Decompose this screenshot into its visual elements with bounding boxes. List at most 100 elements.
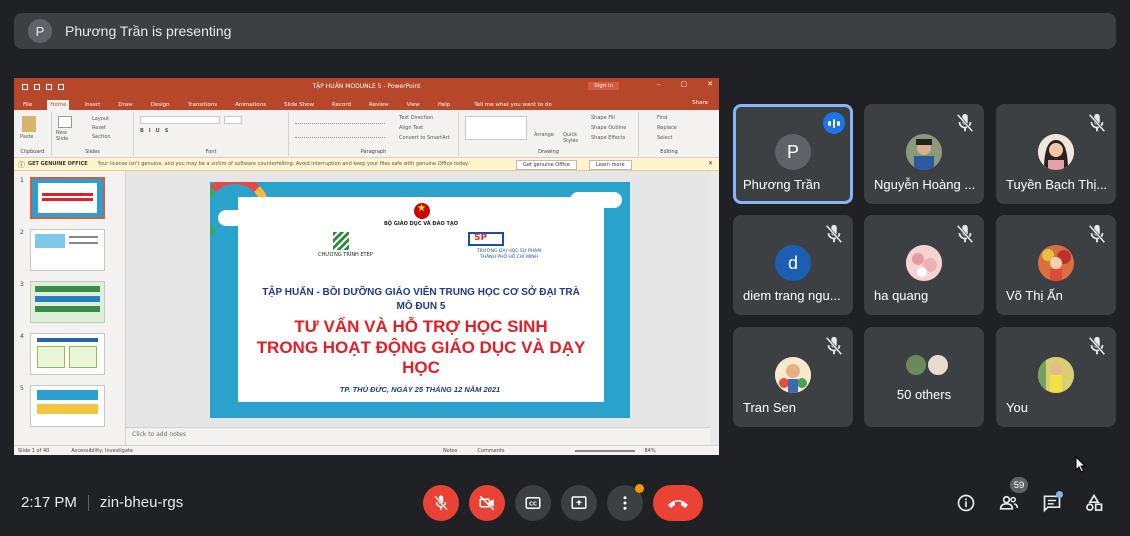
others-count: 50 others bbox=[896, 387, 952, 402]
participant-tile[interactable]: Tran Sen bbox=[733, 327, 853, 427]
paste-label: Paste bbox=[20, 134, 34, 140]
participant-name: Võ Thị Ấn bbox=[1006, 288, 1063, 303]
presenter-avatar: P bbox=[28, 19, 52, 43]
ribbon-group-editing: Find Replace Select Editing bbox=[639, 112, 699, 156]
info-icon: ⓘ bbox=[18, 161, 25, 169]
pp-tab-draw: Draw bbox=[118, 102, 133, 108]
slide-heading: TẬP HUẤN - BỒI DƯỠNG GIÁO VIÊN TRUNG HỌC… bbox=[262, 287, 580, 298]
meeting-details-button[interactable] bbox=[954, 491, 978, 515]
warning-title: GET GENUINE OFFICE bbox=[28, 161, 88, 167]
others-avatars bbox=[904, 353, 954, 377]
group-label-slides: Slides bbox=[85, 149, 100, 155]
pp-share: Share bbox=[692, 100, 708, 106]
mic-off-icon bbox=[1088, 336, 1106, 356]
participant-tile[interactable]: ha quang bbox=[864, 215, 984, 315]
present-now-button[interactable] bbox=[561, 485, 597, 521]
group-label-drawing: Drawing bbox=[538, 149, 559, 155]
group-label-editing: Editing bbox=[660, 149, 678, 155]
slide-thumbnails: 1 2 3 4 5 bbox=[14, 171, 126, 445]
paste-icon bbox=[22, 116, 36, 132]
svg-text:CC: CC bbox=[529, 502, 537, 508]
participant-tile[interactable]: P Phương Trần bbox=[733, 104, 853, 204]
avatar bbox=[904, 353, 928, 377]
font-size-box bbox=[224, 116, 242, 124]
participant-tile[interactable]: Tuyền Bạch Thị... bbox=[996, 104, 1116, 204]
reset-label: Reset bbox=[92, 125, 106, 131]
slide-etep: CHƯƠNG TRÌNH ETEP bbox=[318, 252, 373, 258]
pp-title-bar: TẬP HUẤN MODUNLE 5 - PowerPoint Sign in … bbox=[14, 78, 719, 95]
pp-tab-animations: Animations bbox=[235, 102, 266, 108]
replace-label: Replace bbox=[657, 125, 677, 131]
pp-tab-help: Help bbox=[437, 102, 451, 108]
thumb-number: 3 bbox=[20, 281, 24, 288]
smartart-label: Convert to SmartArt bbox=[399, 135, 450, 141]
chat-notification-dot bbox=[1056, 491, 1063, 498]
pp-window-controls: – ▢ ✕ bbox=[657, 80, 713, 88]
meeting-code: zin-bheu-rgs bbox=[99, 494, 184, 511]
list-icons bbox=[295, 116, 385, 124]
slide-date: TP. THỦ ĐỨC, NGÀY 25 THÁNG 12 NĂM 2021 bbox=[339, 385, 501, 394]
maximize-icon: ▢ bbox=[680, 80, 688, 88]
quick-styles-label: Quick Styles bbox=[563, 132, 579, 144]
font-format-icons: BIUS bbox=[140, 128, 174, 134]
self-tile[interactable]: You bbox=[996, 327, 1116, 427]
slide-title-line1: TƯ VẤN VÀ HỖ TRỢ HỌC SINH bbox=[294, 317, 548, 336]
pp-tab-review: Review bbox=[369, 102, 389, 108]
mic-toggle-button[interactable] bbox=[423, 485, 459, 521]
pp-ribbon-tabs: File Home Insert Draw Design Transitions… bbox=[14, 95, 719, 110]
participant-name: diem trang ngu... bbox=[743, 288, 841, 303]
avatar bbox=[1038, 134, 1074, 170]
pp-tab-design: Design bbox=[150, 102, 170, 108]
ribbon-group-slides: New Slide Layout Reset Section Slides bbox=[52, 112, 134, 156]
thumb-number: 4 bbox=[20, 333, 24, 340]
align-icons bbox=[295, 130, 385, 138]
avatar bbox=[1038, 357, 1074, 393]
pp-tab-transitions: Transitions bbox=[187, 102, 218, 108]
pp-status-bar: Slide 1 of 40 Accessibility: Investigate… bbox=[14, 445, 719, 455]
font-name-box bbox=[140, 116, 220, 124]
camera-toggle-button[interactable] bbox=[469, 485, 505, 521]
more-options-button[interactable] bbox=[607, 484, 644, 521]
notes-pane: Click to add notes bbox=[126, 427, 710, 443]
group-label-paragraph: Paragraph bbox=[360, 149, 387, 155]
avatar bbox=[1038, 245, 1074, 281]
shape-outline-label: Shape Outline bbox=[591, 125, 627, 131]
ribbon-group-paragraph: Text Direction Align Text Convert to Sma… bbox=[289, 112, 459, 156]
pp-tell-me: Tell me what you want to do bbox=[474, 102, 552, 108]
avatar bbox=[775, 357, 811, 393]
activities-icon bbox=[1086, 493, 1103, 511]
divider bbox=[87, 494, 89, 511]
section-label: Section bbox=[92, 134, 111, 140]
etep-logo-icon bbox=[333, 232, 349, 250]
slide-thumb-1 bbox=[30, 177, 105, 219]
mic-off-icon bbox=[1088, 113, 1106, 133]
learn-more-button: Learn more bbox=[589, 160, 632, 170]
info-icon bbox=[957, 494, 975, 512]
present-screen-icon bbox=[571, 496, 587, 509]
people-button[interactable] bbox=[997, 491, 1021, 515]
pp-signin-button: Sign in bbox=[588, 82, 619, 90]
participant-tile[interactable]: d diem trang ngu... bbox=[733, 215, 853, 315]
pp-tab-slideshow: Slide Show bbox=[284, 102, 315, 108]
shape-effects-label: Shape Effects bbox=[591, 135, 626, 141]
others-tile[interactable]: 50 others bbox=[864, 327, 984, 427]
thumb-number: 1 bbox=[20, 177, 24, 184]
slide-content: BỘ GIÁO DỤC VÀ ĐÀO TẠO CHƯƠNG TRÌNH ETEP… bbox=[238, 197, 604, 402]
mouse-cursor-icon bbox=[1075, 456, 1087, 473]
leave-call-button[interactable] bbox=[653, 485, 703, 521]
slide-ministry: BỘ GIÁO DỤC VÀ ĐÀO TẠO bbox=[384, 221, 458, 227]
mic-off-icon bbox=[956, 224, 974, 244]
captions-button[interactable]: CC bbox=[515, 485, 551, 521]
participant-tile[interactable]: Nguyễn Hoàng ... bbox=[864, 104, 984, 204]
group-label-font: Font bbox=[205, 149, 217, 155]
participant-tile[interactable]: Võ Thị Ấn bbox=[996, 215, 1116, 315]
activities-button[interactable] bbox=[1082, 491, 1106, 515]
thumb-number: 2 bbox=[20, 229, 24, 236]
slide-module: MÔ ĐUN 5 bbox=[396, 301, 446, 312]
more-vert-icon bbox=[623, 496, 627, 510]
notification-dot bbox=[635, 484, 644, 493]
presenting-banner: P Phương Trần is presenting bbox=[14, 13, 1116, 49]
ribbon-group-drawing: Arrange Quick Styles Shape Fill Shape Ou… bbox=[459, 112, 639, 156]
people-count-badge: 59 bbox=[1010, 477, 1028, 493]
mic-off-icon bbox=[825, 224, 843, 244]
